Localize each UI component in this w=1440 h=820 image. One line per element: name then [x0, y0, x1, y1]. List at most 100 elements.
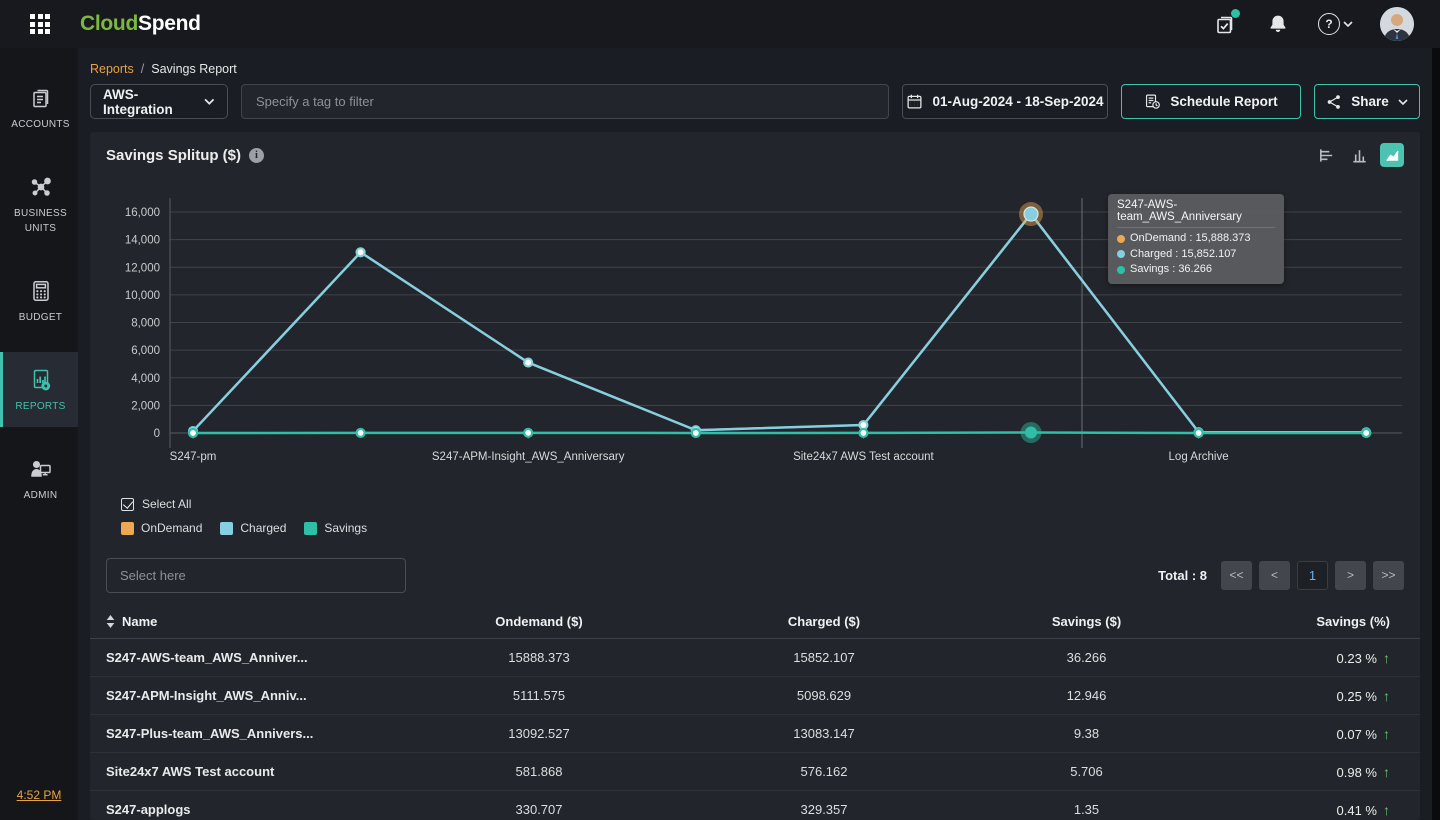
help-glyph: ? [1325, 17, 1332, 31]
page-scrollbar[interactable] [1432, 48, 1440, 820]
sidebar-item-accounts[interactable]: ACCOUNTS [0, 70, 78, 145]
sidebar-item-label: ACCOUNTS [11, 117, 70, 132]
column-header-charged[interactable]: Charged ($) [674, 614, 974, 629]
table-row[interactable]: Site24x7 AWS Test account581.868576.1625… [90, 753, 1420, 791]
integration-dropdown[interactable]: AWS-Integration [90, 84, 228, 119]
savings-value-cell: 1.35 [974, 802, 1199, 817]
date-range-value: 01-Aug-2024 - 18-Sep-2024 [932, 94, 1103, 109]
report-check-notification-icon[interactable] [1212, 11, 1238, 37]
x-axis-label: Site24x7 AWS Test account [793, 451, 934, 463]
savings-value-cell: 9.38 [974, 726, 1199, 741]
table-row[interactable]: S247-Plus-team_AWS_Annivers...13092.5271… [90, 715, 1420, 753]
integration-dropdown-value: AWS-Integration [103, 87, 204, 117]
sidebar-item-label: REPORTS [15, 399, 65, 414]
savings-report-panel: Savings Splitup ($) i [90, 132, 1420, 820]
horizontal-bar-chart-icon[interactable] [1314, 143, 1338, 167]
savings-value-cell: 12.946 [974, 688, 1199, 703]
x-axis-label: S247-pm [170, 451, 217, 463]
data-point-savings[interactable] [692, 429, 700, 437]
pagination-first-button[interactable]: << [1221, 561, 1252, 590]
column-chart-icon[interactable] [1347, 143, 1371, 167]
chevron-down-icon [204, 98, 215, 105]
data-point-savings[interactable] [357, 429, 365, 437]
user-avatar[interactable] [1380, 7, 1414, 41]
sidebar-item-business-units[interactable]: BUSINESS UNITS [0, 159, 78, 249]
data-point-savings[interactable] [1362, 429, 1370, 437]
legend-item-ondemand[interactable]: OnDemand [121, 521, 202, 535]
table-header-row: Name Ondemand ($) Charged ($) Savings ($… [90, 605, 1420, 639]
data-point-savings[interactable] [524, 429, 532, 437]
trend-up-arrow-icon: ↑ [1383, 726, 1390, 742]
data-point-savings[interactable] [189, 429, 197, 437]
data-point-savings[interactable] [1195, 429, 1203, 437]
help-menu[interactable]: ? [1318, 13, 1353, 35]
trend-up-arrow-icon: ↑ [1383, 688, 1390, 704]
share-icon [1326, 94, 1342, 110]
chart-title: Savings Splitup ($) [106, 147, 241, 164]
sidebar-item-label: BUDGET [19, 310, 62, 325]
tooltip-row: Savings : 36.266 [1117, 262, 1275, 278]
top-bar: CloudSpend ? [0, 0, 1440, 48]
sidebar-clock: 4:52 PM [0, 772, 78, 820]
savings-pct-cell: 0.41 %↑ [1199, 802, 1404, 818]
schedule-report-icon [1144, 93, 1161, 110]
schedule-report-button[interactable]: Schedule Report [1121, 84, 1301, 119]
column-header-ondemand[interactable]: Ondemand ($) [404, 614, 674, 629]
reports-gear-icon [28, 367, 54, 393]
savings-pct-cell: 0.07 %↑ [1199, 726, 1404, 742]
charged-value-cell: 15852.107 [674, 650, 974, 665]
hovered-point-charged[interactable] [1024, 207, 1038, 221]
bell-icon[interactable] [1265, 11, 1291, 37]
pagination-last-button[interactable]: >> [1373, 561, 1404, 590]
legend-item-savings[interactable]: Savings [304, 521, 367, 535]
column-header-savings-pct[interactable]: Savings (%) [1199, 614, 1404, 629]
share-label: Share [1351, 94, 1389, 109]
column-header-savings[interactable]: Savings ($) [974, 614, 1199, 629]
data-point-savings[interactable] [859, 429, 867, 437]
breadcrumb: Reports / Savings Report [90, 60, 1420, 78]
tag-filter-input[interactable] [241, 84, 889, 119]
pagination-prev-button[interactable]: < [1259, 561, 1290, 590]
sort-icon [106, 615, 115, 628]
data-point-charged[interactable] [357, 248, 365, 256]
line-chart-icon[interactable] [1380, 143, 1404, 167]
account-name-cell: S247-applogs [106, 802, 404, 817]
business-units-network-icon [28, 174, 54, 200]
data-point-charged[interactable] [524, 359, 532, 367]
chart-tooltip: S247-AWS-team_AWS_Anniversary OnDemand :… [1108, 194, 1284, 284]
account-name-cell: Site24x7 AWS Test account [106, 764, 404, 779]
charged-swatch-icon [220, 522, 233, 535]
sidebar-item-label: BUSINESS UNITS [5, 206, 76, 236]
table-body: S247-AWS-team_AWS_Anniver...15888.373158… [90, 639, 1420, 820]
y-axis-label: 6,000 [131, 345, 160, 357]
logo-spend: Spend [138, 12, 201, 35]
trend-up-arrow-icon: ↑ [1383, 764, 1390, 780]
sidebar-item-reports[interactable]: REPORTS [0, 352, 78, 427]
charged-dot-icon [1117, 250, 1125, 258]
hovered-point-savings[interactable] [1025, 426, 1037, 438]
chart-header: Savings Splitup ($) i [90, 132, 1420, 178]
info-icon[interactable]: i [249, 148, 264, 163]
select-all-label: Select All [142, 497, 191, 511]
chevron-down-icon [1398, 99, 1408, 105]
pagination-next-button[interactable]: > [1335, 561, 1366, 590]
y-axis-label: 8,000 [131, 318, 160, 330]
sidebar-item-budget[interactable]: BUDGET [0, 263, 78, 338]
select-all-checkbox[interactable] [121, 498, 134, 511]
table-row[interactable]: S247-APM-Insight_AWS_Anniv...5111.575509… [90, 677, 1420, 715]
column-header-name[interactable]: Name [106, 614, 404, 629]
sidebar-item-admin[interactable]: ADMIN [0, 441, 78, 516]
breadcrumb-reports-link[interactable]: Reports [90, 62, 134, 76]
select-all-toggle[interactable]: Select All [121, 494, 1420, 514]
table-row[interactable]: S247-AWS-team_AWS_Anniver...15888.373158… [90, 639, 1420, 677]
apps-grid-icon[interactable] [30, 14, 50, 34]
date-range-picker[interactable]: 01-Aug-2024 - 18-Sep-2024 [902, 84, 1108, 119]
account-name-cell: S247-Plus-team_AWS_Annivers... [106, 726, 404, 741]
table-row[interactable]: S247-applogs330.707329.3571.350.41 %↑ [90, 791, 1420, 820]
account-search-input[interactable] [106, 558, 406, 593]
savings-table: Name Ondemand ($) Charged ($) Savings ($… [90, 605, 1420, 820]
legend-item-charged[interactable]: Charged [220, 521, 286, 535]
pagination-page-1-button[interactable]: 1 [1297, 561, 1328, 590]
share-button[interactable]: Share [1314, 84, 1420, 119]
calendar-icon [906, 93, 923, 110]
